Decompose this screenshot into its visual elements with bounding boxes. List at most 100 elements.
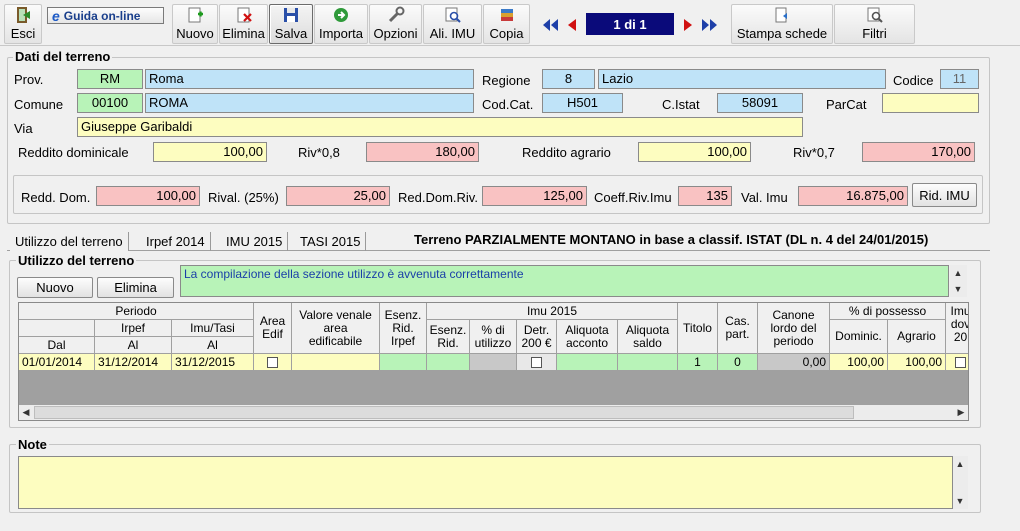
area-edif-checkbox[interactable] xyxy=(267,357,278,369)
online-guide-button[interactable]: e Guida on-line xyxy=(47,7,164,24)
valimu-field: 16.875,00 xyxy=(798,186,908,206)
copy-button[interactable]: Copia xyxy=(483,4,530,44)
tab-imu-2015[interactable]: IMU 2015 xyxy=(221,232,289,251)
prov-name-field[interactable]: Roma xyxy=(145,69,474,89)
rival-field: 25,00 xyxy=(286,186,390,206)
header-al-imu: Al xyxy=(172,337,254,354)
cell-detr-200[interactable] xyxy=(517,354,557,370)
cap-field[interactable]: 00100 xyxy=(77,93,143,113)
import-label: Importa xyxy=(318,26,364,41)
grid-h-scrollbar[interactable]: ◀ ▶ xyxy=(19,405,968,420)
cell-aliq-saldo[interactable] xyxy=(618,354,678,370)
usage-message-scrollbar[interactable]: ▲ ▼ xyxy=(950,265,967,297)
cell-dominic[interactable]: 100,00 xyxy=(830,354,888,370)
cell-cas-part[interactable]: 0 xyxy=(718,354,758,370)
cell-aliq-acconto[interactable] xyxy=(557,354,618,370)
next-record-button[interactable] xyxy=(677,14,699,36)
tab-irpef-2014[interactable]: Irpef 2014 xyxy=(141,232,211,251)
parcat-field[interactable] xyxy=(882,93,979,113)
scroll-right-arrow-icon[interactable]: ▶ xyxy=(954,405,968,419)
cell-canone[interactable]: 0,00 xyxy=(758,354,830,370)
redd-agr-field[interactable]: 100,00 xyxy=(638,142,751,162)
cell-area-edif[interactable] xyxy=(254,354,292,370)
filters-button[interactable]: Filtri xyxy=(834,4,915,44)
redd-dom-label: Reddito dominicale xyxy=(18,145,129,160)
cell-pct-utilizzo[interactable] xyxy=(470,354,517,370)
record-counter: 1 di 1 xyxy=(586,13,674,35)
options-button[interactable]: Opzioni xyxy=(369,4,422,44)
cell-agrario[interactable]: 100,00 xyxy=(888,354,946,370)
cell-esenz-rid[interactable] xyxy=(427,354,470,370)
magnifier-icon xyxy=(444,6,462,24)
classification-note: Terreno PARZIALMENTE MONTANO in base a c… xyxy=(414,232,929,247)
cell-imu-dovuta[interactable] xyxy=(946,354,968,370)
rdr-label: Red.Dom.Riv. xyxy=(398,190,478,205)
header-canone: Canone lordo del periodo xyxy=(758,303,830,354)
region-name-field[interactable]: Lazio xyxy=(598,69,886,89)
books-copy-icon xyxy=(498,6,516,24)
rid-imu-button[interactable]: Rid. IMU xyxy=(912,183,977,207)
notes-scroll-up-icon[interactable]: ▲ xyxy=(953,457,967,471)
cell-al-irpef[interactable]: 31/12/2014 xyxy=(95,354,172,370)
save-button[interactable]: Salva xyxy=(269,4,313,44)
notes-textarea[interactable] xyxy=(18,456,953,509)
import-button[interactable]: Importa xyxy=(314,4,368,44)
header-agrario: Agrario xyxy=(888,320,946,354)
comune-name-field[interactable]: ROMA xyxy=(145,93,474,113)
usage-grid[interactable]: Periodo Irpef Imu/Tasi Dal Al Al Area Ed… xyxy=(18,302,969,421)
code-field[interactable]: 11 xyxy=(940,69,979,89)
codcat-label: Cod.Cat. xyxy=(482,97,534,112)
last-record-button[interactable] xyxy=(699,14,721,36)
riv08-field: 180,00 xyxy=(366,142,479,162)
previous-record-button[interactable] xyxy=(561,14,583,36)
tab-utilizzo-terreno[interactable]: Utilizzo del terreno xyxy=(10,232,129,251)
header-imu-2015: Imu 2015 xyxy=(427,303,678,320)
usage-message-box: La compilazione della sezione utilizzo è… xyxy=(180,265,949,297)
detr-200-checkbox[interactable] xyxy=(531,357,542,369)
options-label: Opzioni xyxy=(373,26,418,41)
rd-field: 100,00 xyxy=(96,186,200,206)
exit-button[interactable]: Esci xyxy=(4,4,42,44)
via-field[interactable]: Giuseppe Garibaldi xyxy=(77,117,803,137)
delete-button[interactable]: Elimina xyxy=(219,4,268,44)
cell-esenz-irpef[interactable] xyxy=(380,354,427,370)
header-irpef: Irpef xyxy=(95,320,172,337)
cell-valore-venale[interactable] xyxy=(292,354,380,370)
istat-field[interactable]: 58091 xyxy=(717,93,803,113)
imu-rates-button[interactable]: Ali. IMU xyxy=(423,4,482,44)
notes-scroll-down-icon[interactable]: ▼ xyxy=(953,494,967,508)
header-esenz-rid: Esenz. Rid. xyxy=(427,320,470,354)
usage-delete-button[interactable]: Elimina xyxy=(97,277,174,298)
redd-dom-field[interactable]: 100,00 xyxy=(153,142,267,162)
tab-tasi-2015[interactable]: TASI 2015 xyxy=(295,232,367,251)
codcat-field[interactable]: H501 xyxy=(542,93,623,113)
online-guide-label: Guida on-line xyxy=(63,8,141,23)
imu-dovuta-checkbox[interactable] xyxy=(955,357,966,369)
prov-code-field[interactable]: RM xyxy=(77,69,143,89)
scroll-down-arrow-icon[interactable]: ▼ xyxy=(951,282,965,296)
region-label: Regione xyxy=(482,73,531,88)
header-area-edif: Area Edif xyxy=(254,303,292,354)
new-document-icon xyxy=(186,6,204,24)
rd-label: Redd. Dom. xyxy=(21,190,91,205)
comune-label: Comune xyxy=(14,97,64,112)
cell-al-imu[interactable]: 31/12/2015 xyxy=(172,354,254,370)
region-code-field[interactable]: 8 xyxy=(542,69,595,89)
print-document-icon xyxy=(773,6,791,24)
new-button[interactable]: Nuovo xyxy=(172,4,218,44)
header-imutasi: Imu/Tasi xyxy=(172,320,254,337)
scroll-left-arrow-icon[interactable]: ◀ xyxy=(19,405,33,419)
first-record-button[interactable] xyxy=(539,14,561,36)
double-right-arrow-icon xyxy=(702,19,717,31)
notes-scrollbar[interactable]: ▲ ▼ xyxy=(953,456,968,509)
parcat-label: ParCat xyxy=(826,97,867,112)
left-arrow-icon xyxy=(568,19,576,31)
grid-h-scroll-thumb[interactable] xyxy=(34,406,854,419)
rival-label: Rival. (25%) xyxy=(208,190,279,205)
cell-titolo[interactable]: 1 xyxy=(678,354,718,370)
scroll-up-arrow-icon[interactable]: ▲ xyxy=(951,266,965,280)
cell-dal[interactable]: 01/01/2014 xyxy=(19,354,95,370)
header-dal: Dal xyxy=(19,337,95,354)
print-sheets-button[interactable]: Stampa schede xyxy=(731,4,833,44)
usage-new-button[interactable]: Nuovo xyxy=(17,277,93,298)
